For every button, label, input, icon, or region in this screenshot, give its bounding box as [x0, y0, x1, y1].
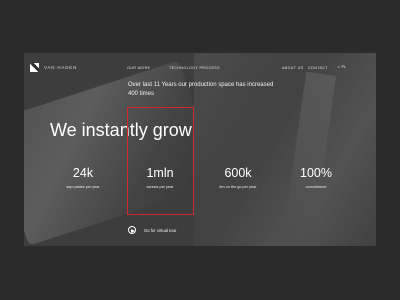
stat-item: 600k km on the go per year [208, 166, 268, 189]
play-icon [128, 226, 136, 234]
stat-item: 24k sqm plates per year [53, 166, 113, 189]
stat-value: 24k [72, 166, 94, 180]
stat-value: 100% [300, 166, 332, 180]
nav-link-about-us[interactable]: ABOUT US [282, 66, 304, 70]
brand-logo-icon[interactable] [30, 63, 39, 72]
top-navigation: VAN HADEN OUR WORK TECHNOLOGY PROCESS AB… [24, 53, 376, 83]
stat-item: 100% commitment [286, 166, 346, 189]
nav-link-technology-process[interactable]: TECHNOLOGY PROCESS [169, 66, 220, 70]
hero-subheading: Over last 11 Years our production space … [128, 82, 274, 97]
stat-label: sqm plates per year [66, 185, 100, 189]
virtual-tour-label: Go for virtual tour [144, 227, 177, 233]
stat-value: 600k [224, 166, 252, 180]
stat-label: km on the go per year [219, 185, 257, 189]
brand-name[interactable]: VAN HADEN [44, 65, 77, 70]
nav-link-contact[interactable]: CONTACT [308, 66, 328, 70]
stat-label: commitment [305, 185, 327, 189]
highlight-frame [127, 107, 194, 215]
nav-link-our-work[interactable]: OUR WORK [127, 66, 150, 70]
hero-section: VAN HADEN OUR WORK TECHNOLOGY PROCESS AB… [24, 53, 376, 246]
language-label: PL [341, 65, 347, 69]
chevron-down-icon: ▾ [338, 65, 340, 69]
language-selector[interactable]: ▾ PL [338, 65, 346, 69]
